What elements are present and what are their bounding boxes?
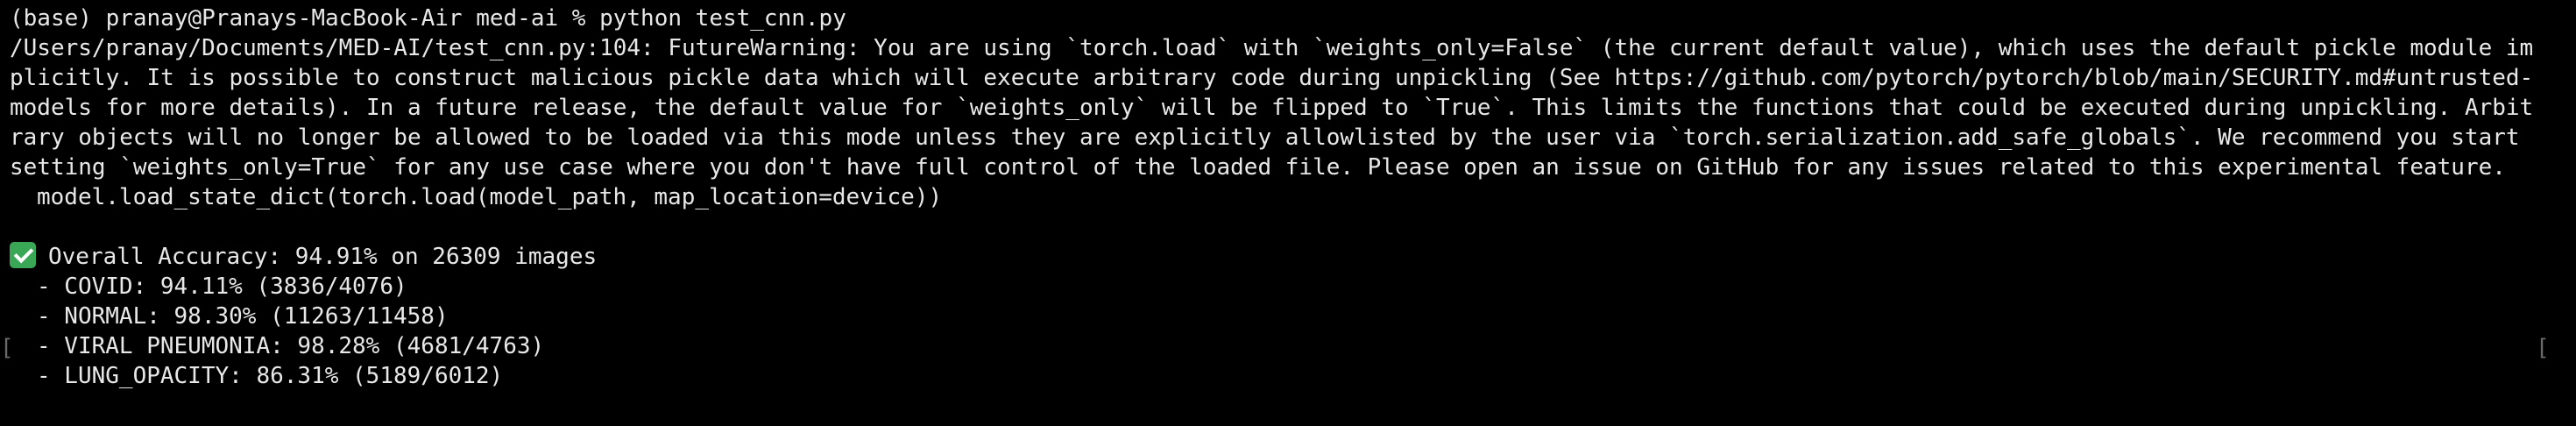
right-mark-bracket: [ xyxy=(2536,335,2550,361)
future-warning-text: /Users/pranay/Documents/MED-AI/test_cnn.… xyxy=(10,35,2534,181)
result-lung-opacity: - LUNG_OPACITY: 86.31% (5189/6012) xyxy=(37,363,504,389)
code-line: model.load_state_dict(torch.load(model_p… xyxy=(37,184,943,210)
result-viral-pneumonia: - VIRAL PNEUMONIA: 98.28% (4681/4763) xyxy=(37,333,545,359)
result-covid: - COVID: 94.11% (3836/4076) xyxy=(37,273,407,300)
result-normal: - NORMAL: 98.30% (11263/11458) xyxy=(37,303,449,330)
accuracy-summary: Overall Accuracy: 94.91% on 26309 images xyxy=(10,242,2576,272)
terminal-window[interactable]: (base) pranay@Pranays-MacBook-Air med-ai… xyxy=(0,0,2576,426)
command-prompt: (base) pranay@Pranays-MacBook-Air med-ai… xyxy=(10,5,846,32)
left-mark-bracket: [ xyxy=(0,335,14,361)
check-mark-icon xyxy=(10,242,36,268)
accuracy-text: Overall Accuracy: 94.91% on 26309 images xyxy=(48,244,598,270)
